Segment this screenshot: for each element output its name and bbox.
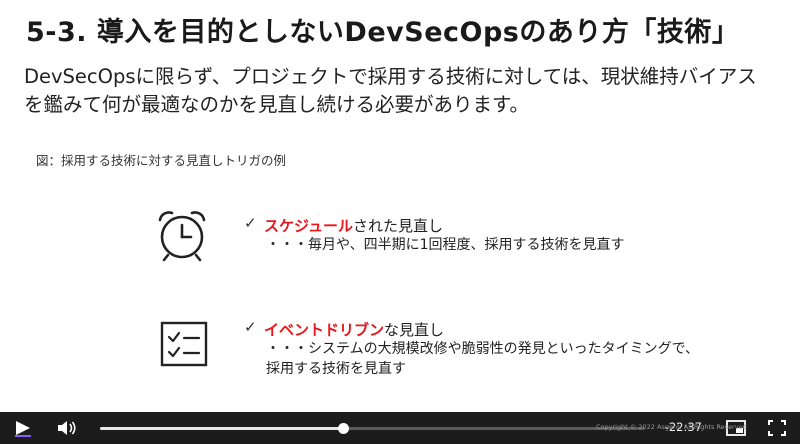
progress-fill xyxy=(100,427,343,430)
checkmark-icon: ✓ xyxy=(244,214,257,232)
slide-subtitle: DevSecOpsに限らず、プロジェクトで採用する技術に対しては、現状維持バイア… xyxy=(24,63,784,119)
item-heading-accent: イベントドリブン xyxy=(264,321,385,339)
fullscreen-icon[interactable] xyxy=(768,420,786,436)
progress-bar[interactable] xyxy=(100,423,645,434)
subtitle-line-1: DevSecOpsに限らず、プロジェクトで採用する技術に対しては、現状維持バイア… xyxy=(24,65,757,88)
item-description-continued: 採用する技術を見直す xyxy=(266,361,406,377)
item-heading: スケジュールされた見直し xyxy=(264,215,443,236)
item-heading-accent: スケジュール xyxy=(264,217,353,235)
item-heading: イベントドリブンな見直し xyxy=(264,319,444,340)
item-heading-rest: された見直し xyxy=(352,217,443,235)
item-description: ・・・毎月や、四半期に1回程度、採用する技術を見直す xyxy=(266,237,625,253)
play-icon[interactable] xyxy=(12,419,34,437)
slide-title: 5-3. 導入を目的としないDevSecOpsのあり方「技術」 xyxy=(26,17,740,48)
slide: 5-3. 導入を目的としないDevSecOpsのあり方「技術」 DevSecOp… xyxy=(0,0,800,412)
item-description: ・・・システムの大規模改修や脆弱性の発見といったタイミングで、 xyxy=(266,341,700,357)
checklist-icon xyxy=(160,321,208,367)
alarm-clock-icon xyxy=(158,211,206,262)
figure-caption: 図：採用する技術に対する見直しトリガの例 xyxy=(36,153,287,168)
item-heading-rest: な見直し xyxy=(384,321,445,339)
checkmark-icon: ✓ xyxy=(244,318,257,336)
progress-scrubber-handle[interactable] xyxy=(337,423,349,434)
subtitle-line-2: を鑑みて何が最適なのかを見直し続ける必要があります。 xyxy=(24,93,530,116)
volume-icon[interactable] xyxy=(57,420,77,436)
copyright-watermark: Copyright © 2022 Asgent, All Rights Rese… xyxy=(596,423,747,431)
